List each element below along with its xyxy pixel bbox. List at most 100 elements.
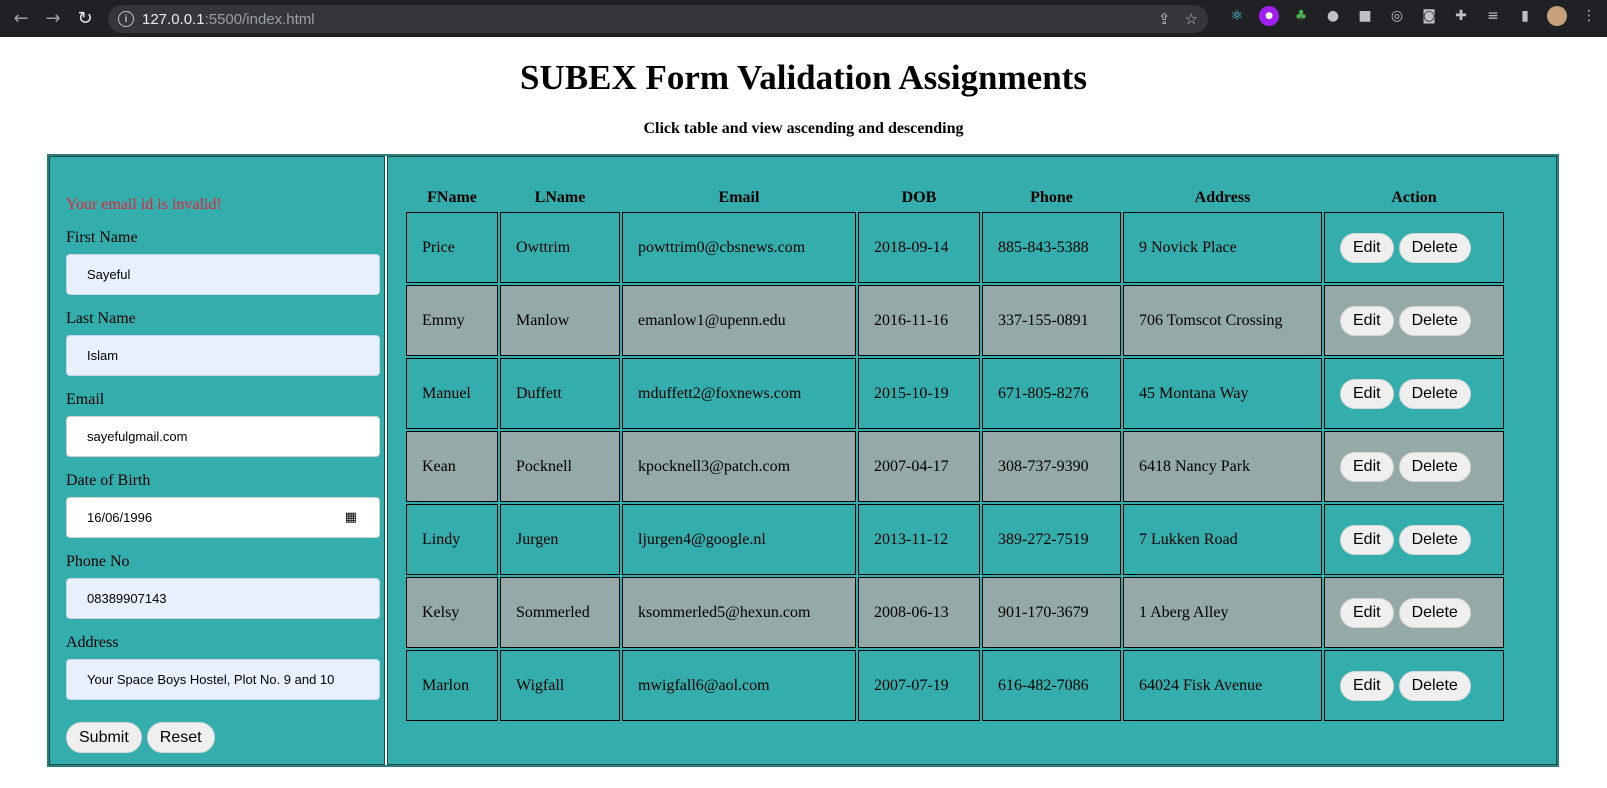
cell-address: 706 Tomscot Crossing xyxy=(1123,285,1322,356)
cell-phone: 389-272-7519 xyxy=(982,504,1121,575)
cell-dob: 2015-10-19 xyxy=(858,358,980,429)
delete-button[interactable]: Delete xyxy=(1398,232,1471,263)
react-devtools-icon[interactable]: ⚛ xyxy=(1227,6,1247,26)
reset-button[interactable]: Reset xyxy=(146,722,215,753)
data-table: FName LName Email DOB Phone Address Acti… xyxy=(404,184,1506,723)
delete-button[interactable]: Delete xyxy=(1398,305,1471,336)
cell-dob: 2013-11-12 xyxy=(858,504,980,575)
column-header-fname[interactable]: FName xyxy=(406,186,498,210)
bookmark-star-icon[interactable]: ☆ xyxy=(1185,10,1198,28)
edit-button[interactable]: Edit xyxy=(1340,451,1394,482)
delete-button[interactable]: Delete xyxy=(1398,451,1471,482)
delete-button[interactable]: Delete xyxy=(1398,378,1471,409)
cell-fname: Kean xyxy=(406,431,498,502)
table-row[interactable]: Marlon Wigfall mwigfall6@aol.com 2007-07-19… xyxy=(406,650,1504,721)
cell-address: 6418 Nancy Park xyxy=(1123,431,1322,502)
cell-address: 7 Lukken Road xyxy=(1123,504,1322,575)
cell-email: emanlow1@upenn.edu xyxy=(622,285,856,356)
first-name-label: First Name xyxy=(66,229,138,246)
address-input[interactable]: Your Space Boys Hostel, Plot No. 9 and 1… xyxy=(66,659,380,700)
extension-circle-icon[interactable]: ◎ xyxy=(1387,6,1407,26)
delete-button[interactable]: Delete xyxy=(1398,597,1471,628)
cell-lname: Owttrim xyxy=(500,212,620,283)
cell-action: Edit Delete xyxy=(1324,358,1504,429)
last-name-input[interactable]: Islam xyxy=(66,335,380,376)
table-row[interactable]: Manuel Duffett mduffett2@foxnews.com 2015-1… xyxy=(406,358,1504,429)
table-row[interactable]: Emmy Manlow emanlow1@upenn.edu 2016-11-16 33… xyxy=(406,285,1504,356)
cell-phone: 308-737-9390 xyxy=(982,431,1121,502)
extension-tree-icon[interactable]: ♣ xyxy=(1291,6,1311,26)
extension-purple-icon[interactable]: ● xyxy=(1259,6,1279,26)
dob-label: Date of Birth xyxy=(66,472,151,489)
cell-address: 9 Novick Place xyxy=(1123,212,1322,283)
cell-action: Edit Delete xyxy=(1324,212,1504,283)
cell-action: Edit Delete xyxy=(1324,431,1504,502)
cell-address: 1 Aberg Alley xyxy=(1123,577,1322,648)
side-panel-icon[interactable]: ▮ xyxy=(1515,6,1535,26)
cell-email: ljurgen4@google.nl xyxy=(622,504,856,575)
cell-fname: Price xyxy=(406,212,498,283)
profile-avatar[interactable] xyxy=(1547,6,1567,26)
cell-dob: 2007-07-19 xyxy=(858,650,980,721)
edit-button[interactable]: Edit xyxy=(1340,597,1394,628)
table-row[interactable]: Kean Pocknell kpocknell3@patch.com 2007-04-… xyxy=(406,431,1504,502)
email-input[interactable]: sayefulgmail.com xyxy=(66,416,380,457)
edit-button[interactable]: Edit xyxy=(1340,232,1394,263)
reload-icon[interactable]: ↻ xyxy=(72,6,98,32)
cell-fname: Lindy xyxy=(406,504,498,575)
cell-email: ksommerled5@hexun.com xyxy=(622,577,856,648)
forward-icon[interactable]: → xyxy=(40,6,66,32)
column-header-dob[interactable]: DOB xyxy=(858,186,980,210)
browser-toolbar: ← → ↻ i 127.0.0.1:5500/index.html ⇪ ☆ ⚛ … xyxy=(0,0,1607,37)
page-subtitle: Click table and view ascending and desce… xyxy=(643,120,964,137)
extensions-puzzle-icon[interactable]: ✚ xyxy=(1451,6,1471,26)
cell-lname: Jurgen xyxy=(500,504,620,575)
first-name-input[interactable]: Sayeful xyxy=(66,254,380,295)
site-info-icon[interactable]: i xyxy=(118,11,134,27)
table-row[interactable]: Price Owttrim powttrim0@cbsnews.com 2018-09… xyxy=(406,212,1504,283)
table-row[interactable]: Kelsy Sommerled ksommerled5@hexun.com 2008-… xyxy=(406,577,1504,648)
menu-kebab-icon[interactable]: ⋮ xyxy=(1579,6,1599,26)
cell-address: 64024 Fisk Avenue xyxy=(1123,650,1322,721)
column-header-email[interactable]: Email xyxy=(622,186,856,210)
address-label: Address xyxy=(66,634,119,651)
cell-dob: 2016-11-16 xyxy=(858,285,980,356)
submit-button[interactable]: Submit xyxy=(66,722,142,753)
cell-address: 45 Montana Way xyxy=(1123,358,1322,429)
cell-phone: 616-482-7086 xyxy=(982,650,1121,721)
column-header-address[interactable]: Address xyxy=(1123,186,1322,210)
edit-button[interactable]: Edit xyxy=(1340,670,1394,701)
extension-square-icon[interactable]: ■ xyxy=(1355,6,1375,26)
cell-phone: 885-843-5388 xyxy=(982,212,1121,283)
column-header-lname[interactable]: LName xyxy=(500,186,620,210)
last-name-label: Last Name xyxy=(66,310,136,327)
edit-button[interactable]: Edit xyxy=(1340,524,1394,555)
back-icon[interactable]: ← xyxy=(8,6,34,32)
edit-button[interactable]: Edit xyxy=(1340,378,1394,409)
cell-email: mduffett2@foxnews.com xyxy=(622,358,856,429)
extension-grey-icon[interactable]: ● xyxy=(1323,6,1343,26)
dob-input[interactable]: 16/06/1996 ▦ xyxy=(66,497,380,538)
delete-button[interactable]: Delete xyxy=(1398,524,1471,555)
camera-icon[interactable]: ◙ xyxy=(1419,6,1439,26)
page-title: SUBEX Form Validation Assignments xyxy=(520,58,1087,97)
cell-action: Edit Delete xyxy=(1324,577,1504,648)
calendar-icon[interactable]: ▦ xyxy=(345,510,357,525)
dob-value: 16/06/1996 xyxy=(87,510,153,525)
cell-action: Edit Delete xyxy=(1324,650,1504,721)
phone-input[interactable]: 08389907143 xyxy=(66,578,380,619)
reading-list-icon[interactable]: ≡ xyxy=(1483,6,1503,26)
edit-button[interactable]: Edit xyxy=(1340,305,1394,336)
column-header-phone[interactable]: Phone xyxy=(982,186,1121,210)
delete-button[interactable]: Delete xyxy=(1398,670,1471,701)
cell-phone: 337-155-0891 xyxy=(982,285,1121,356)
cell-dob: 2008-06-13 xyxy=(858,577,980,648)
cell-action: Edit Delete xyxy=(1324,285,1504,356)
share-icon[interactable]: ⇪ xyxy=(1158,10,1171,28)
address-bar[interactable]: i 127.0.0.1:5500/index.html ⇪ ☆ xyxy=(108,5,1208,33)
main-container: Your email id is invalid! First Name Say… xyxy=(47,154,1559,767)
cell-lname: Sommerled xyxy=(500,577,620,648)
cell-lname: Pocknell xyxy=(500,431,620,502)
table-row[interactable]: Lindy Jurgen ljurgen4@google.nl 2013-11-12 3… xyxy=(406,504,1504,575)
cell-lname: Duffett xyxy=(500,358,620,429)
